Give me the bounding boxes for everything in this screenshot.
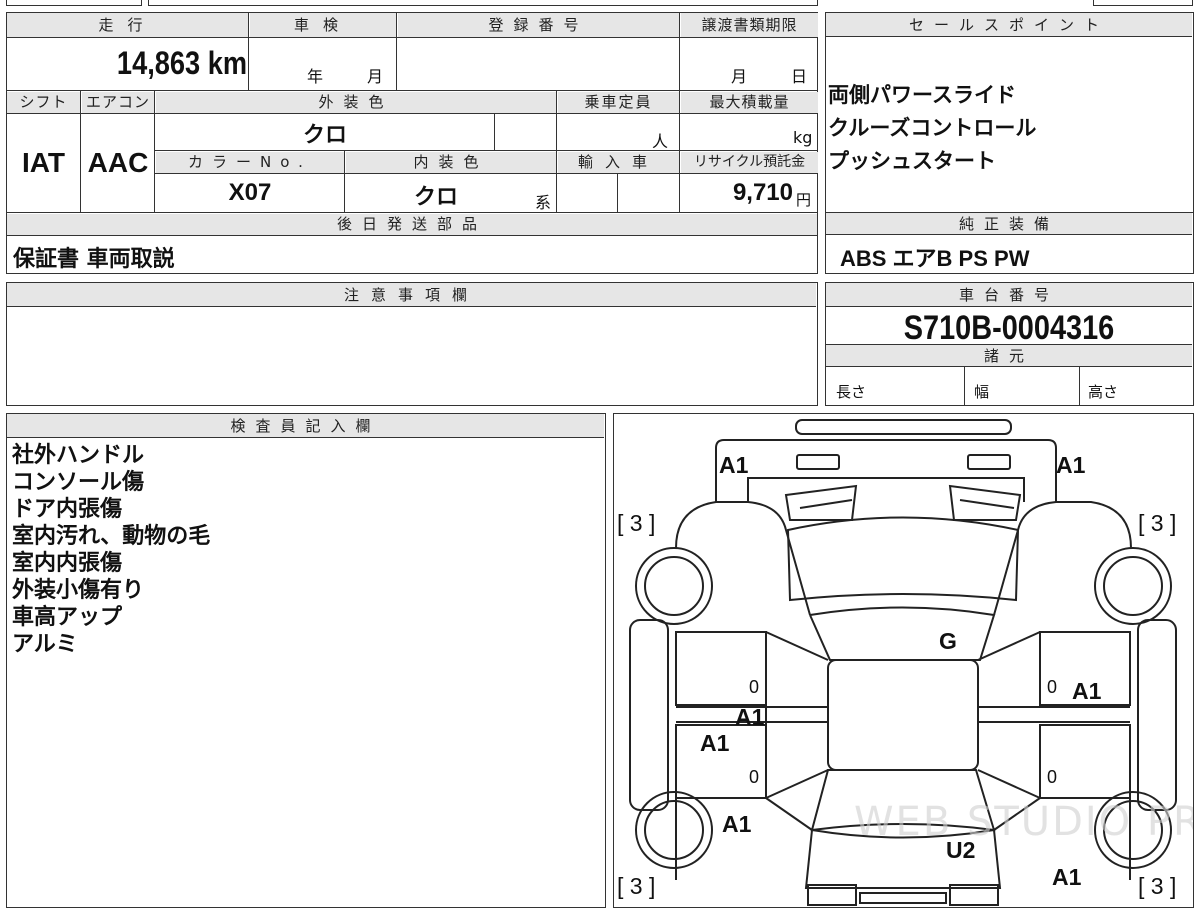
int-color-header: 内装色 xyxy=(346,152,556,173)
mark-zero: 0 xyxy=(749,677,760,697)
mileage-header: 走行 xyxy=(7,13,248,37)
shift-header: シフト xyxy=(7,92,80,113)
sales-point-2: クルーズコントロール xyxy=(828,116,1037,140)
equipment-header: 純正装備 xyxy=(826,213,1192,235)
notes-header: 注意事項欄 xyxy=(7,283,816,307)
damage-diagram-panel: WEB STUDIO PRO xyxy=(613,413,1194,908)
mark-tire-fr: [ 3 ] xyxy=(1138,510,1177,536)
shaken-header: 車検 xyxy=(250,13,396,37)
inspector-panel: 検査員記入欄 社外ハンドル コンソール傷 ドア内張傷 室内汚れ、動物の毛 室内内… xyxy=(6,413,606,908)
inspector-note: ドア内張傷 xyxy=(12,497,123,522)
width-label: 幅 xyxy=(974,383,990,401)
transfer-day: 日 xyxy=(791,67,808,86)
inspector-note: 外装小傷有り xyxy=(12,578,145,603)
chassis-header: 車台番号 xyxy=(826,283,1192,307)
top-strip-cell xyxy=(1093,0,1193,6)
mark-zero: 0 xyxy=(749,767,760,787)
recycle-fee-value: 9,710 xyxy=(732,179,793,206)
sales-point-header: セールスポイント xyxy=(826,13,1192,37)
int-color-value: クロ xyxy=(413,185,458,210)
later-parts-value: 保証書 車両取説 xyxy=(13,247,175,272)
inspector-note: アルミ xyxy=(12,632,78,657)
inspector-note: 室内汚れ、動物の毛 xyxy=(12,524,211,549)
watermark: WEB STUDIO PRO xyxy=(854,799,1193,845)
capacity-unit: 人 xyxy=(652,132,669,151)
inspector-note: 室内内張傷 xyxy=(12,551,123,576)
capacity-header: 乗車定員 xyxy=(558,92,679,113)
chassis-panel: 車台番号 S710B-0004316 諸元 長さ 幅 高さ xyxy=(825,282,1194,406)
recycle-header: リサイクル預託金 xyxy=(681,152,818,173)
mark-front-right: A1 xyxy=(1056,452,1086,478)
max-load-header: 最大積載量 xyxy=(681,92,818,113)
mark-rear-right: A1 xyxy=(1052,864,1082,890)
recycle-fee-unit: 円 xyxy=(796,191,812,209)
mark-tire-fl: [ 3 ] xyxy=(617,510,656,536)
inspector-note: コンソール傷 xyxy=(12,470,145,495)
equipment-panel: 純正装備 ABS エアB PS PW xyxy=(825,212,1194,274)
height-label: 高さ xyxy=(1088,383,1119,401)
mark-left-rear: A1 xyxy=(722,811,752,837)
mark-right-door: A1 xyxy=(1072,678,1102,704)
inspector-notes-list: 社外ハンドル コンソール傷 ドア内張傷 室内汚れ、動物の毛 室内内張傷 外装小傷… xyxy=(12,442,210,658)
transfer-month: 月 xyxy=(731,67,748,86)
sales-point-1: 両側パワースライド xyxy=(828,83,1016,107)
mark-windshield: G xyxy=(939,628,957,654)
mark-zero: 0 xyxy=(1047,767,1058,787)
notes-panel: 注意事項欄 xyxy=(6,282,818,406)
inspector-note: 社外ハンドル xyxy=(12,443,145,468)
inspector-header: 検査員記入欄 xyxy=(7,414,604,438)
ext-color-value: クロ xyxy=(302,123,347,148)
vehicle-info-grid: 走行 車検 登録番号 譲渡書類期限 14,863 km 年 月 月 日 シフト … xyxy=(6,12,818,274)
mark-left-door-b: A1 xyxy=(700,730,730,756)
length-label: 長さ xyxy=(836,383,867,401)
shaken-year: 年 xyxy=(307,67,324,86)
ac-value: AAC xyxy=(87,147,149,178)
shift-value: IAT xyxy=(21,147,66,178)
import-header: 輸入車 xyxy=(558,152,679,173)
mark-front-left: A1 xyxy=(719,452,749,478)
mark-left-door-a: A1 xyxy=(735,704,765,730)
color-no-value: X07 xyxy=(228,179,272,206)
ext-color-header: 外装色 xyxy=(156,92,556,113)
spec-header: 諸元 xyxy=(826,345,1192,367)
transfer-header: 譲渡書類期限 xyxy=(681,13,818,37)
top-strip-cell xyxy=(6,0,142,6)
sales-point-panel: セールスポイント 両側パワースライド クルーズコントロール プッシュスタート xyxy=(825,12,1194,213)
mark-tire-rl: [ 3 ] xyxy=(617,873,656,899)
later-parts-header: 後日発送部品 xyxy=(7,214,817,235)
equipment-items: ABS エアB PS PW xyxy=(840,246,1030,271)
sales-point-3: プッシュスタート xyxy=(828,149,996,173)
inspector-note: 車高アップ xyxy=(12,605,123,630)
top-strip-cell xyxy=(148,0,818,6)
mark-rear-glass: U2 xyxy=(946,837,976,863)
registration-header: 登録番号 xyxy=(398,13,679,37)
mark-zero: 0 xyxy=(1047,677,1058,697)
max-load-unit: kg xyxy=(793,128,813,147)
mileage-value: 14,863 km xyxy=(116,45,247,81)
ac-header: エアコン xyxy=(82,92,154,113)
int-color-suffix: 系 xyxy=(535,193,552,212)
chassis-number: S710B-0004316 xyxy=(903,309,1115,347)
color-no-header: カラーNo. xyxy=(156,152,344,173)
shaken-month: 月 xyxy=(367,67,384,86)
mark-tire-rr: [ 3 ] xyxy=(1138,873,1177,899)
